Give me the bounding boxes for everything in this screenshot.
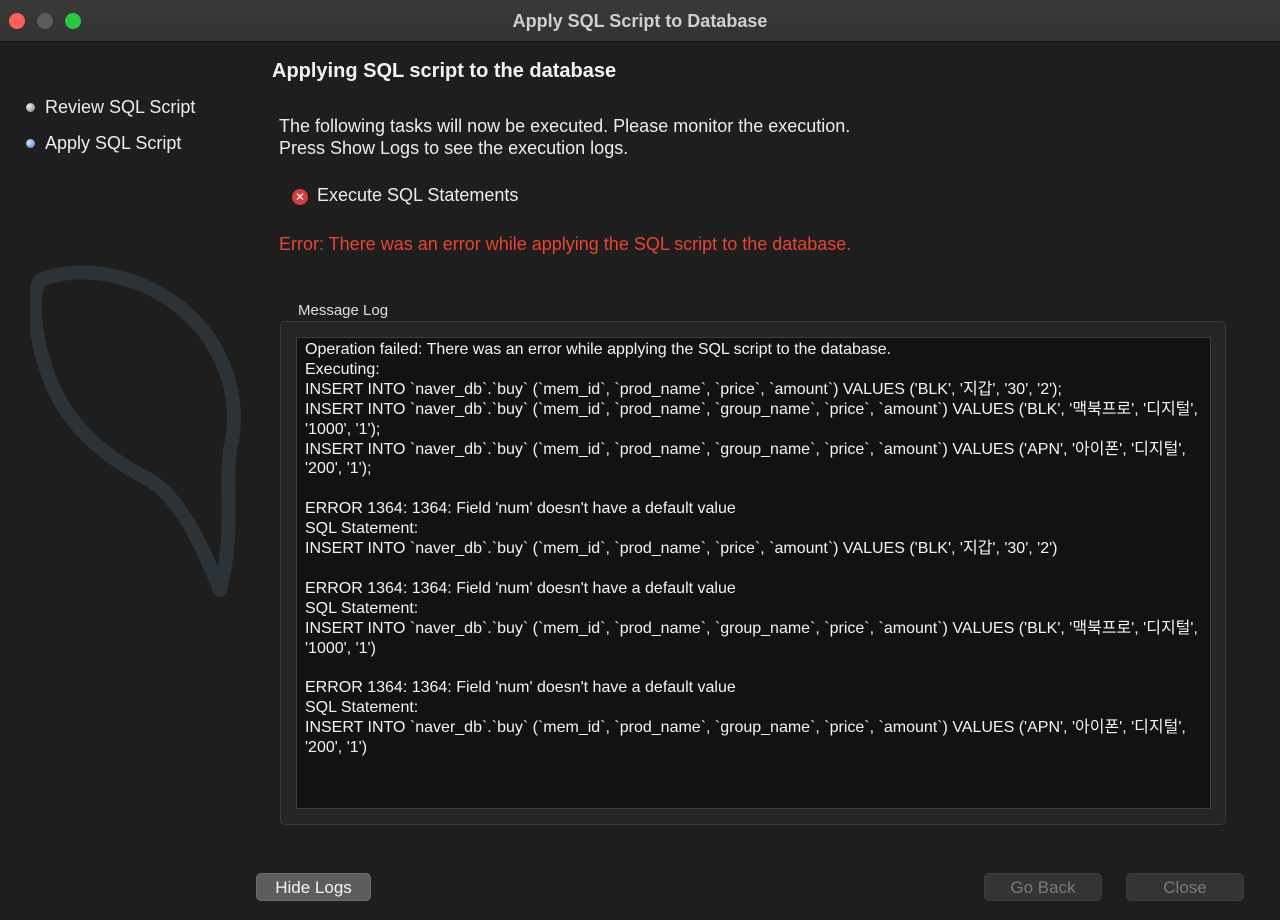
title-bar: Apply SQL Script to Database: [0, 0, 1280, 42]
step-current-icon: [26, 139, 35, 148]
go-back-button[interactable]: Go Back: [984, 873, 1102, 901]
hide-logs-button[interactable]: Hide Logs: [256, 873, 371, 901]
page-title: Applying SQL script to the database: [272, 60, 617, 82]
wizard-sidebar: Review SQL Script Apply SQL Script: [0, 42, 250, 920]
task-label: Execute SQL Statements: [317, 185, 519, 205]
message-log-text[interactable]: Operation failed: There was an error whi…: [305, 340, 1202, 758]
window-title: Apply SQL Script to Database: [512, 11, 768, 31]
dolphin-watermark-icon: [30, 265, 241, 597]
description-line-2: Press Show Logs to see the execution log…: [279, 138, 629, 158]
message-log-label: Message Log: [298, 302, 389, 319]
sidebar-step-apply-sql-script: Apply SQL Script: [26, 133, 181, 154]
error-x-icon: ✕: [292, 188, 308, 205]
step-done-icon: [26, 103, 35, 112]
close-button[interactable]: Close: [1126, 873, 1244, 901]
task-execute-sql-statements: ✕ Execute SQL Statements: [292, 185, 518, 206]
description-line-1: The following tasks will now be executed…: [279, 116, 851, 136]
sidebar-step-label: Review SQL Script: [45, 97, 196, 117]
error-message: Error: There was an error while applying…: [279, 234, 852, 254]
sidebar-step-review-sql-script: Review SQL Script: [26, 97, 195, 118]
message-log-textarea[interactable]: Operation failed: There was an error whi…: [296, 337, 1211, 809]
sidebar-step-label: Apply SQL Script: [45, 133, 182, 153]
